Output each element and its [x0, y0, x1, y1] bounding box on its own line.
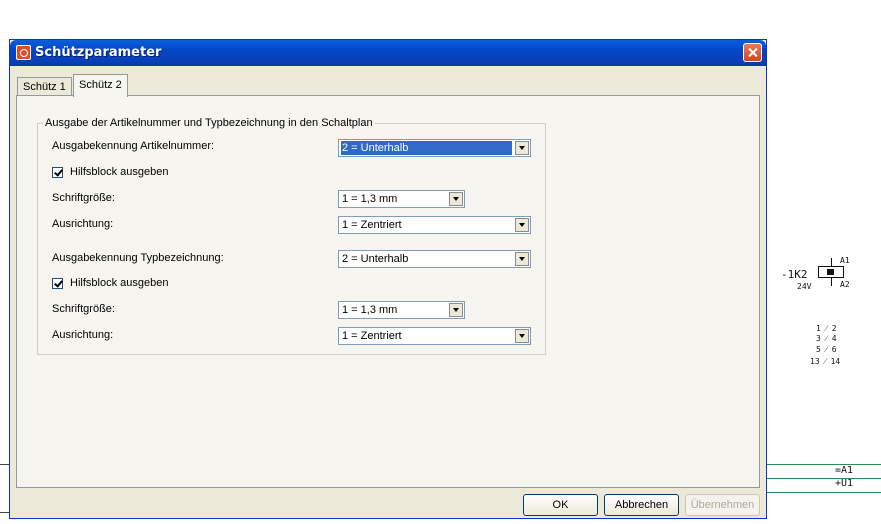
coil-terminal-a2: A2 [840, 280, 850, 289]
schriftgroesse-dropdown-1[interactable]: 1 = 1,3 mm [338, 190, 465, 208]
app-icon [16, 45, 31, 60]
close-icon[interactable] [743, 43, 762, 62]
schematic-device-tag: -1K2 [781, 268, 808, 281]
contact-pair: 1 ⁄ 2 [816, 324, 837, 333]
ausrichtung-label-1: Ausrichtung: [52, 218, 114, 230]
schriftgroesse-dropdown-2[interactable]: 1 = 1,3 mm [338, 301, 465, 319]
coil-terminal-a1: A1 [840, 256, 850, 265]
groupbox-legend: Ausgabe der Artikelnummer und Typbezeich… [43, 117, 375, 129]
hilfsblock-checkbox-1[interactable] [52, 167, 63, 178]
coil-pin [831, 278, 832, 286]
hilfsblock-label-1: Hilfsblock ausgeben [70, 166, 169, 178]
terminal-label: +U1 [835, 478, 854, 489]
artikel-label: Ausgabekennung Artikelnummer: [52, 140, 215, 152]
ausrichtung-label-2: Ausrichtung: [52, 329, 114, 341]
tab-panel: Ausgabe der Artikelnummer und Typbezeich… [16, 95, 760, 488]
terminal-label: =A1 [835, 465, 854, 476]
chevron-down-icon[interactable] [515, 141, 529, 155]
tab-schuetz-2[interactable]: Schütz 2 [73, 74, 128, 97]
title-bar[interactable]: Schützparameter [10, 40, 766, 66]
ausrichtung-dropdown-2[interactable]: 1 = Zentriert [338, 327, 531, 345]
typ-value: 2 = Unterhalb [342, 253, 409, 265]
schematic-voltage: 24V [797, 282, 812, 291]
ausrichtung-value-1: 1 = Zentriert [342, 219, 402, 231]
chevron-down-icon[interactable] [515, 252, 529, 266]
contact-pair: 5 ⁄ 6 [816, 345, 837, 354]
coil-pin [831, 258, 832, 266]
schriftgroesse-value-2: 1 = 1,3 mm [342, 304, 398, 316]
schriftgroesse-label-2: Schriftgröße: [52, 303, 115, 315]
cancel-button[interactable]: Abbrechen [604, 494, 679, 516]
schematic-wire [767, 478, 881, 479]
artikel-value: 2 = Unterhalb [341, 141, 512, 155]
chevron-down-icon[interactable] [515, 329, 529, 343]
artikel-dropdown[interactable]: 2 = Unterhalb [338, 139, 531, 157]
chevron-down-icon[interactable] [449, 303, 463, 317]
schematic-wire [767, 464, 881, 465]
output-groupbox: Ausgabe der Artikelnummer und Typbezeich… [37, 117, 546, 355]
chevron-down-icon[interactable] [515, 218, 529, 232]
schematic-wire [0, 464, 9, 465]
hilfsblock-checkbox-2[interactable] [52, 278, 63, 289]
chevron-down-icon[interactable] [449, 192, 463, 206]
ok-button[interactable]: OK [523, 494, 598, 516]
schriftgroesse-value-1: 1 = 1,3 mm [342, 193, 398, 205]
schematic-wire [767, 492, 881, 493]
ausrichtung-dropdown-1[interactable]: 1 = Zentriert [338, 216, 531, 234]
apply-button[interactable]: Übernehmen [685, 494, 760, 516]
schriftgroesse-label-1: Schriftgröße: [52, 192, 115, 204]
ausrichtung-value-2: 1 = Zentriert [342, 330, 402, 342]
typ-label: Ausgabekennung Typbezeichnung: [52, 252, 224, 264]
window-title: Schützparameter [35, 45, 162, 60]
typ-dropdown[interactable]: 2 = Unterhalb [338, 250, 531, 268]
contact-pair: 13 ⁄ 14 [810, 357, 841, 366]
schematic-wire [0, 512, 9, 513]
contact-pair: 3 ⁄ 4 [816, 334, 837, 343]
schuetzparameter-dialog: Schützparameter Schütz 1 Schütz 2 Ausgab… [9, 39, 767, 519]
hilfsblock-label-2: Hilfsblock ausgeben [70, 277, 169, 289]
tab-schuetz-1[interactable]: Schütz 1 [17, 77, 72, 96]
contactor-coil-symbol [818, 266, 844, 278]
